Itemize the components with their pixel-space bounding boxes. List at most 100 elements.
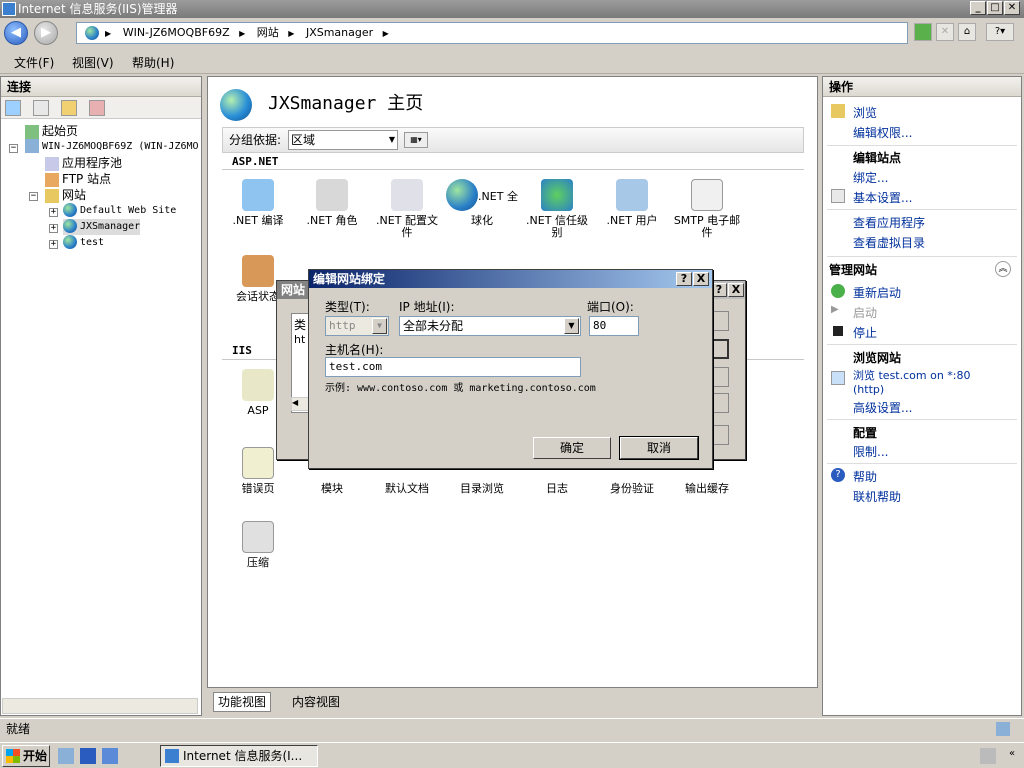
chevron-down-icon: ▼ bbox=[388, 135, 395, 144]
feature-net-profile[interactable]: .NET 配置文件 bbox=[371, 179, 443, 239]
tree-sites[interactable]: 网站 bbox=[45, 187, 86, 203]
action-browse[interactable]: 浏览 bbox=[853, 104, 877, 121]
action-basic-settings[interactable]: 基本设置... bbox=[853, 189, 912, 206]
taskbar-item-iis[interactable]: Internet 信息服务(I... bbox=[160, 745, 318, 767]
ftp-icon bbox=[45, 172, 59, 187]
refresh-icon[interactable] bbox=[914, 23, 932, 41]
help-icon[interactable]: ?▾ bbox=[986, 23, 1014, 41]
feature-compression[interactable]: 压缩 bbox=[222, 521, 294, 569]
collapse-chevron-icon[interactable]: ︽ bbox=[995, 261, 1011, 277]
feature-net-trust[interactable]: .NET 信任级别 bbox=[521, 179, 593, 239]
feature-smtp[interactable]: SMTP 电子邮件 bbox=[671, 179, 743, 239]
close-button[interactable]: X bbox=[693, 272, 709, 286]
error-404-icon bbox=[242, 447, 274, 479]
connect-icon[interactable] bbox=[5, 100, 21, 116]
breadcrumb-server[interactable]: WIN-JZ6MOQBF69Z bbox=[123, 26, 230, 39]
close-button[interactable]: X bbox=[728, 283, 744, 297]
tree-site-jxsmanager[interactable]: JXSmanager bbox=[63, 219, 141, 235]
tree-ftp[interactable]: FTP 站点 bbox=[45, 171, 111, 187]
start-button[interactable]: 开始 bbox=[2, 745, 50, 767]
ok-button[interactable]: 确定 bbox=[533, 437, 611, 459]
section-aspnet: ASP.NET bbox=[232, 155, 279, 168]
type-select[interactable]: http ▼ bbox=[325, 316, 389, 336]
server-manager-icon[interactable] bbox=[58, 748, 74, 764]
action-start[interactable]: 启动 bbox=[853, 304, 877, 321]
chevron-right-icon: ▶ bbox=[102, 29, 112, 38]
close-button[interactable]: ✕ bbox=[1004, 1, 1020, 15]
feature-net-globalization[interactable]: .NET 全球化 bbox=[446, 179, 518, 227]
type-label: 类型(T): bbox=[325, 300, 370, 314]
breadcrumb-sites[interactable]: 网站 bbox=[257, 26, 279, 39]
back-button[interactable]: ◀ bbox=[4, 21, 28, 45]
port-input[interactable]: 80 bbox=[589, 316, 639, 336]
site-globe-icon bbox=[63, 203, 77, 217]
menu-bar: 文件(F) 视图(V) 帮助(H) bbox=[0, 50, 1024, 74]
up-folder-icon[interactable] bbox=[61, 100, 77, 116]
site-stopped-icon bbox=[63, 235, 77, 249]
menu-file[interactable]: 文件(F) bbox=[14, 54, 54, 71]
collapse-icon[interactable]: − bbox=[9, 144, 18, 153]
tree-site-test[interactable]: test bbox=[63, 235, 104, 251]
page-title: JXSmanager 主页 bbox=[268, 93, 424, 114]
show-desktop-icon[interactable] bbox=[102, 748, 118, 764]
expand-icon[interactable]: + bbox=[49, 208, 58, 217]
menu-view[interactable]: 视图(V) bbox=[72, 54, 114, 71]
group-by-select[interactable]: 区域 ▼ bbox=[288, 130, 398, 150]
feature-net-users[interactable]: .NET 用户 bbox=[596, 179, 668, 227]
edit-binding-dialog: 编辑网站绑定 ? X 类型(T): http ▼ IP 地址(I): 全部未分配 ▼… bbox=[308, 269, 713, 469]
cancel-button[interactable]: 取消 bbox=[619, 436, 699, 460]
action-view-vdirs[interactable]: 查看虚拟目录 bbox=[853, 234, 925, 251]
minimize-button[interactable]: _ bbox=[970, 1, 986, 15]
heading-edit-site: 编辑站点 bbox=[853, 151, 902, 165]
action-stop[interactable]: 停止 bbox=[853, 324, 877, 341]
tray-expand-icon[interactable]: « bbox=[1004, 748, 1020, 764]
server-icon bbox=[25, 139, 39, 153]
expand-icon[interactable]: + bbox=[49, 224, 58, 233]
feature-net-compilation[interactable]: .NET 编译 bbox=[222, 179, 294, 227]
action-online-help[interactable]: 联机帮助 bbox=[853, 488, 901, 505]
powershell-icon[interactable] bbox=[80, 748, 96, 764]
tab-features-view[interactable]: 功能视图 bbox=[213, 692, 272, 712]
tree-server[interactable]: WIN-JZ6MOQBF69Z (WIN-JZ6MO bbox=[25, 139, 199, 155]
address-bar[interactable]: ▶ WIN-JZ6MOQBF69Z ▶ 网站 ▶ JXSmanager ▶ bbox=[76, 22, 908, 44]
disconnect-icon[interactable] bbox=[89, 100, 105, 116]
save-icon[interactable] bbox=[33, 100, 49, 116]
maximize-button[interactable]: □ bbox=[987, 1, 1003, 15]
separator bbox=[827, 344, 1017, 345]
view-mode-icon[interactable]: ▦▾ bbox=[404, 132, 428, 148]
ip-select[interactable]: 全部未分配 ▼ bbox=[399, 316, 581, 336]
breadcrumb-site[interactable]: JXSmanager bbox=[306, 26, 373, 39]
action-view-apps[interactable]: 查看应用程序 bbox=[853, 214, 925, 231]
tray-network-icon[interactable] bbox=[980, 748, 996, 764]
collapse-icon[interactable]: − bbox=[29, 192, 38, 201]
home-icon[interactable]: ⌂ bbox=[958, 23, 976, 41]
forward-button[interactable]: ▶ bbox=[34, 21, 58, 45]
host-input[interactable]: test.com bbox=[325, 357, 581, 377]
view-tabs: 功能视图 内容视图 bbox=[207, 690, 818, 714]
tree-site-default[interactable]: Default Web Site bbox=[63, 203, 176, 219]
action-limits[interactable]: 限制... bbox=[853, 443, 888, 460]
action-restart[interactable]: 重新启动 bbox=[853, 284, 901, 301]
status-text: 就绪 bbox=[6, 722, 31, 736]
help-button[interactable]: ? bbox=[711, 283, 727, 297]
action-browse-site-link[interactable]: 浏览 test.com on *:80 (http) bbox=[853, 367, 971, 396]
tree-horizontal-scrollbar[interactable] bbox=[2, 698, 198, 714]
menu-help[interactable]: 帮助(H) bbox=[132, 54, 174, 71]
tree-app-pools[interactable]: 应用程序池 bbox=[45, 155, 122, 171]
profile-icon bbox=[391, 179, 423, 211]
expand-icon[interactable]: + bbox=[49, 240, 58, 249]
action-advanced-settings[interactable]: 高级设置... bbox=[853, 399, 912, 416]
stop-icon[interactable]: ✕ bbox=[936, 23, 954, 41]
asp-icon bbox=[242, 369, 274, 401]
tree-start-page[interactable]: 起始页 bbox=[25, 123, 78, 139]
action-help[interactable]: 帮助 bbox=[853, 468, 877, 485]
tab-content-view[interactable]: 内容视图 bbox=[287, 692, 346, 712]
stop-icon bbox=[833, 326, 843, 336]
action-edit-permissions[interactable]: 编辑权限... bbox=[853, 124, 912, 141]
action-bindings[interactable]: 绑定... bbox=[853, 169, 888, 186]
users-icon bbox=[616, 179, 648, 211]
chevron-right-icon: ▶ bbox=[239, 29, 246, 38]
help-button[interactable]: ? bbox=[676, 272, 692, 286]
separator bbox=[827, 209, 1017, 210]
feature-net-roles[interactable]: .NET 角色 bbox=[296, 179, 368, 227]
